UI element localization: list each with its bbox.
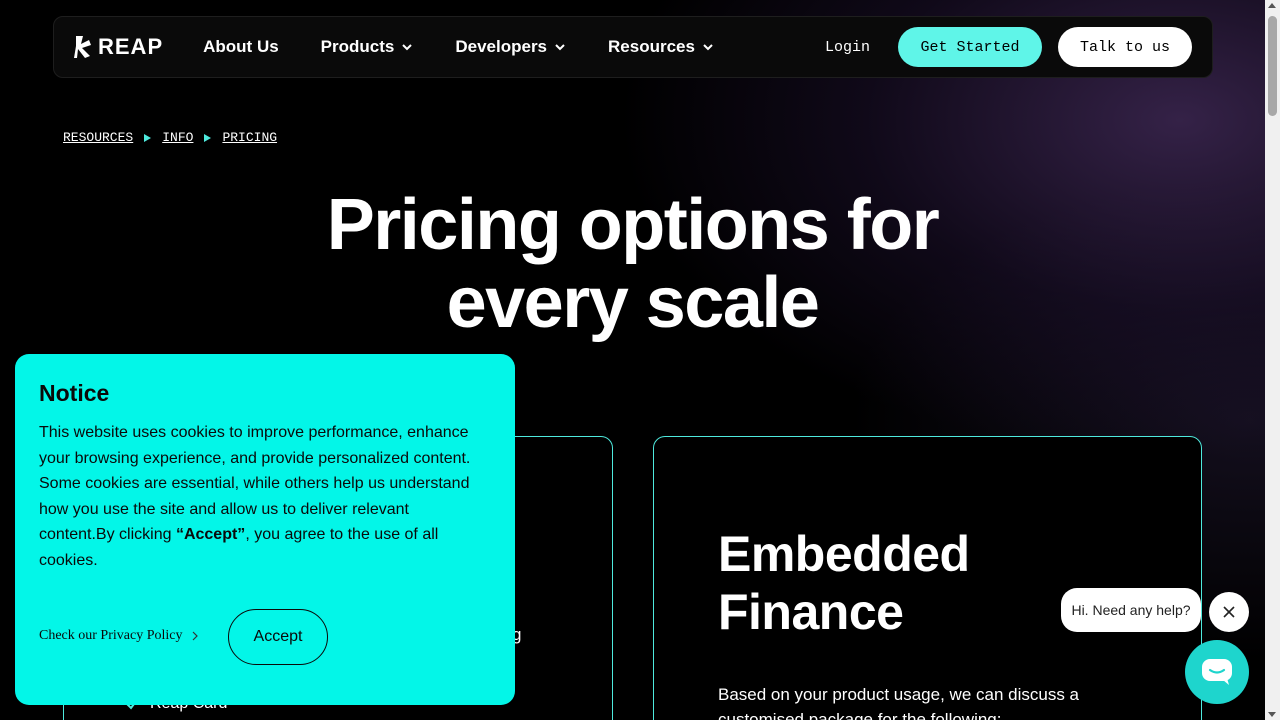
talk-to-us-button[interactable]: Talk to us bbox=[1058, 27, 1192, 67]
page-title: Pricing options for every scale bbox=[0, 186, 1265, 342]
chevron-down-icon bbox=[402, 44, 413, 51]
pricing-card-embedded-finance: Embedded Finance Based on your product u… bbox=[653, 436, 1202, 720]
accept-button[interactable]: Accept bbox=[228, 609, 328, 665]
chevron-down-icon bbox=[703, 44, 713, 51]
nav-about-us[interactable]: About Us bbox=[203, 37, 279, 57]
reap-logo-icon bbox=[74, 36, 91, 58]
notice-body: This website uses cookies to improve per… bbox=[39, 420, 484, 573]
card-title: Embedded Finance bbox=[718, 525, 970, 641]
get-started-button[interactable]: Get Started bbox=[898, 27, 1042, 67]
cookie-notice: Notice This website uses cookies to impr… bbox=[15, 354, 515, 705]
chevron-right-icon bbox=[193, 631, 199, 641]
breadcrumb-resources[interactable]: RESOURCES bbox=[63, 130, 133, 145]
close-icon bbox=[1223, 606, 1235, 618]
nav-about-us-label: About Us bbox=[203, 37, 279, 56]
nav-actions: Login Get Started Talk to us bbox=[825, 27, 1192, 67]
card-title-line2: Finance bbox=[718, 584, 904, 640]
breadcrumb-separator-icon bbox=[144, 133, 152, 142]
privacy-policy-link[interactable]: Check our Privacy Policy bbox=[39, 628, 200, 644]
breadcrumb-separator-icon bbox=[204, 133, 212, 142]
breadcrumb-pricing[interactable]: PRICING bbox=[222, 130, 277, 145]
page-title-line2: every scale bbox=[446, 263, 820, 343]
login-link[interactable]: Login bbox=[825, 39, 870, 56]
scroll-down-arrow-icon[interactable] bbox=[1268, 712, 1276, 717]
scrollbar-thumb[interactable] bbox=[1268, 16, 1277, 116]
nav-developers-label: Developers bbox=[455, 37, 548, 56]
page-scrollbar[interactable] bbox=[1265, 0, 1280, 720]
card-title-line1: Embedded bbox=[718, 526, 970, 582]
chat-launcher-button[interactable] bbox=[1185, 640, 1249, 704]
chat-icon bbox=[1202, 659, 1232, 685]
nav-links: About Us Products Developers Resources bbox=[203, 37, 756, 57]
nav-developers[interactable]: Developers bbox=[455, 37, 566, 57]
privacy-policy-label: Check our Privacy Policy bbox=[39, 628, 183, 643]
breadcrumb: RESOURCES INFO PRICING bbox=[63, 130, 277, 145]
page-title-line1: Pricing options for bbox=[326, 185, 940, 265]
card-description: Based on your product usage, we can disc… bbox=[718, 685, 1079, 720]
breadcrumb-info[interactable]: INFO bbox=[162, 130, 193, 145]
notice-accept-emphasis: “Accept” bbox=[175, 526, 246, 543]
notice-title: Notice bbox=[39, 380, 110, 406]
chat-close-button[interactable] bbox=[1209, 592, 1249, 632]
chevron-down-icon bbox=[555, 44, 565, 51]
top-navbar: REAP About Us Products Developers Resour… bbox=[53, 16, 1213, 78]
nav-resources[interactable]: Resources bbox=[608, 37, 714, 57]
logo-text: REAP bbox=[98, 34, 164, 59]
logo[interactable]: REAP bbox=[74, 34, 163, 60]
chat-greeting-bubble[interactable]: Hi. Need any help? bbox=[1061, 588, 1201, 632]
nav-products[interactable]: Products bbox=[321, 37, 414, 57]
nav-resources-label: Resources bbox=[608, 37, 695, 56]
nav-products-label: Products bbox=[320, 37, 395, 56]
scroll-up-arrow-icon[interactable] bbox=[1268, 3, 1276, 8]
